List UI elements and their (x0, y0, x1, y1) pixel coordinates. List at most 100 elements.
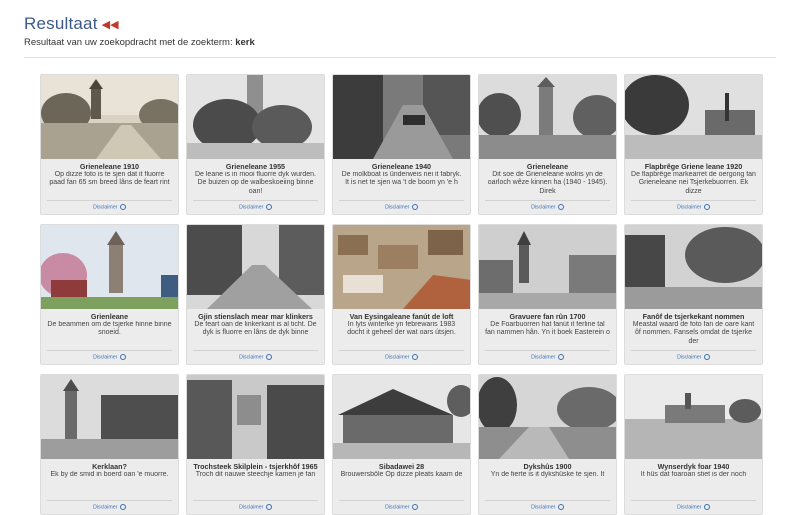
header-divider (24, 57, 776, 58)
result-card[interactable]: Gravuere fan rûn 1700 De Foarbuorren hat… (478, 224, 617, 365)
card-description: Op dizze foto is te sjen dat it fluorre … (49, 171, 170, 187)
info-circle-icon[interactable] (411, 203, 418, 210)
card-title: Grieneleane 1910 (79, 162, 140, 171)
card-title: Sibadawei 28 (378, 462, 425, 471)
disclaimer-link[interactable]: Disclaimer (531, 504, 555, 510)
result-photo[interactable] (333, 225, 470, 309)
result-card[interactable]: Van Eysingaleane fanút de loft In lyts w… (332, 224, 471, 365)
result-photo[interactable] (625, 225, 762, 309)
result-photo[interactable] (41, 375, 178, 459)
result-photo[interactable] (41, 75, 178, 159)
result-card[interactable]: Grieneleane 1940 De molkboat is ûnderwei… (332, 74, 471, 215)
result-card[interactable]: Grieneleane 1955 De leane is in mooi flu… (186, 74, 325, 215)
card-footer: Disclaimer (47, 349, 172, 360)
disclaimer-link[interactable]: Disclaimer (677, 204, 701, 210)
result-photo[interactable] (625, 75, 762, 159)
card-description: De leane is in mooi fluorre dyk wurden. … (194, 171, 316, 195)
results-grid: Grieneleane 1910 Op dizze foto is te sje… (40, 74, 763, 515)
disclaimer-link[interactable]: Disclaimer (531, 204, 555, 210)
card-description: Ek by de smid in boerd oan 'e muorre. (50, 471, 169, 478)
result-photo[interactable] (41, 225, 178, 309)
results-header: Resultaat ◀◀ Resultaat van uw zoekopdrac… (24, 14, 255, 48)
disclaimer-link[interactable]: Disclaimer (385, 504, 409, 510)
result-card[interactable]: Trochsteek Skilplein - tsjerkhôf 1965 Tr… (186, 374, 325, 515)
disclaimer-link[interactable]: Disclaimer (677, 504, 701, 510)
card-footer: Disclaimer (193, 349, 318, 360)
info-circle-icon[interactable] (557, 203, 564, 210)
info-circle-icon[interactable] (265, 503, 272, 510)
result-card[interactable]: Dykshûs 1900 Yn de fierte is it dykshûsk… (478, 374, 617, 515)
result-photo[interactable] (187, 225, 324, 309)
info-circle-icon[interactable] (703, 503, 710, 510)
card-description: It hûs dat foaroan stiet is der noch (640, 471, 747, 478)
result-card[interactable]: Gjin stienslach mear mar klinkers De fea… (186, 224, 325, 365)
info-circle-icon[interactable] (265, 203, 272, 210)
card-description: Dit soe de Grieneleane wolris yn de oarl… (487, 171, 608, 195)
card-footer: Disclaimer (631, 349, 756, 360)
info-circle-icon[interactable] (119, 353, 126, 360)
info-circle-icon[interactable] (265, 353, 272, 360)
card-title: Kerklaan? (92, 462, 127, 471)
result-photo[interactable] (187, 75, 324, 159)
disclaimer-link[interactable]: Disclaimer (531, 354, 555, 360)
result-card[interactable]: Fanôf de tsjerkekant nommen Meastal waar… (624, 224, 763, 365)
card-description: Meastal waard de foto fan de oare kant ô… (632, 321, 755, 345)
disclaimer-link[interactable]: Disclaimer (239, 204, 263, 210)
card-description: Troch dit nauwe steechje kamen je fan (195, 471, 316, 478)
result-photo[interactable] (479, 75, 616, 159)
double-chevron-left-icon[interactable]: ◀◀ (102, 20, 119, 31)
disclaimer-link[interactable]: Disclaimer (239, 354, 263, 360)
card-title: Grieneleane (526, 162, 569, 171)
disclaimer-link[interactable]: Disclaimer (239, 504, 263, 510)
card-title: Grieneleane 1940 (371, 162, 432, 171)
card-footer: Disclaimer (339, 349, 464, 360)
card-footer: Disclaimer (193, 499, 318, 510)
card-description: De Foarbuorren hat fanút it ferline tal … (485, 321, 610, 337)
title-row: Resultaat ◀◀ (24, 14, 255, 34)
card-title: Van Eysingaleane fanút de loft (349, 312, 454, 321)
result-photo[interactable] (333, 375, 470, 459)
card-description: De flapbrêge markearret de oergong fan G… (631, 171, 756, 195)
info-circle-icon[interactable] (119, 503, 126, 510)
card-footer: Disclaimer (485, 499, 610, 510)
card-footer: Disclaimer (631, 499, 756, 510)
disclaimer-link[interactable]: Disclaimer (93, 504, 117, 510)
card-description: Brouwersbôle Op dizze pleats kaam de (340, 471, 463, 478)
page-title: Resultaat (24, 14, 98, 33)
card-footer: Disclaimer (47, 499, 172, 510)
info-circle-icon[interactable] (119, 203, 126, 210)
result-card[interactable]: Sibadawei 28 Brouwersbôle Op dizze pleat… (332, 374, 471, 515)
info-circle-icon[interactable] (703, 353, 710, 360)
card-footer: Disclaimer (631, 199, 756, 210)
result-card[interactable]: Flapbrêge Griene leane 1920 De flapbrêge… (624, 74, 763, 215)
info-circle-icon[interactable] (411, 503, 418, 510)
result-card[interactable]: Grieneleane Dit soe de Grieneleane wolri… (478, 74, 617, 215)
result-card[interactable]: Wynserdyk foar 1940 It hûs dat foaroan s… (624, 374, 763, 515)
result-photo[interactable] (333, 75, 470, 159)
disclaimer-link[interactable]: Disclaimer (385, 354, 409, 360)
info-circle-icon[interactable] (703, 203, 710, 210)
info-circle-icon[interactable] (411, 353, 418, 360)
search-term: kerk (235, 37, 255, 48)
card-footer: Disclaimer (193, 199, 318, 210)
disclaimer-link[interactable]: Disclaimer (385, 204, 409, 210)
result-photo[interactable] (625, 375, 762, 459)
result-card[interactable]: Grieneleane 1910 Op dizze foto is te sje… (40, 74, 179, 215)
card-title: Gravuere fan rûn 1700 (509, 312, 586, 321)
info-circle-icon[interactable] (557, 353, 564, 360)
search-summary-label: Resultaat van uw zoekopdracht met de zoe… (24, 37, 233, 48)
info-circle-icon[interactable] (557, 503, 564, 510)
card-title: Trochsteek Skilplein - tsjerkhôf 1965 (193, 462, 318, 471)
card-description: De molkboat is ûnderweis nei it fabryk. … (341, 171, 462, 187)
result-photo[interactable] (479, 375, 616, 459)
disclaimer-link[interactable]: Disclaimer (93, 204, 117, 210)
result-photo[interactable] (479, 225, 616, 309)
result-card[interactable]: Kerklaan? Ek by de smid in boerd oan 'e … (40, 374, 179, 515)
result-photo[interactable] (187, 375, 324, 459)
disclaimer-link[interactable]: Disclaimer (677, 354, 701, 360)
card-title: Grieneleane 1955 (225, 162, 286, 171)
card-footer: Disclaimer (339, 499, 464, 510)
result-card[interactable]: Grienleane De beammen om de tsjerke hinn… (40, 224, 179, 365)
card-description: De feart oan de linkerkant is al ticht. … (194, 321, 317, 337)
disclaimer-link[interactable]: Disclaimer (93, 354, 117, 360)
